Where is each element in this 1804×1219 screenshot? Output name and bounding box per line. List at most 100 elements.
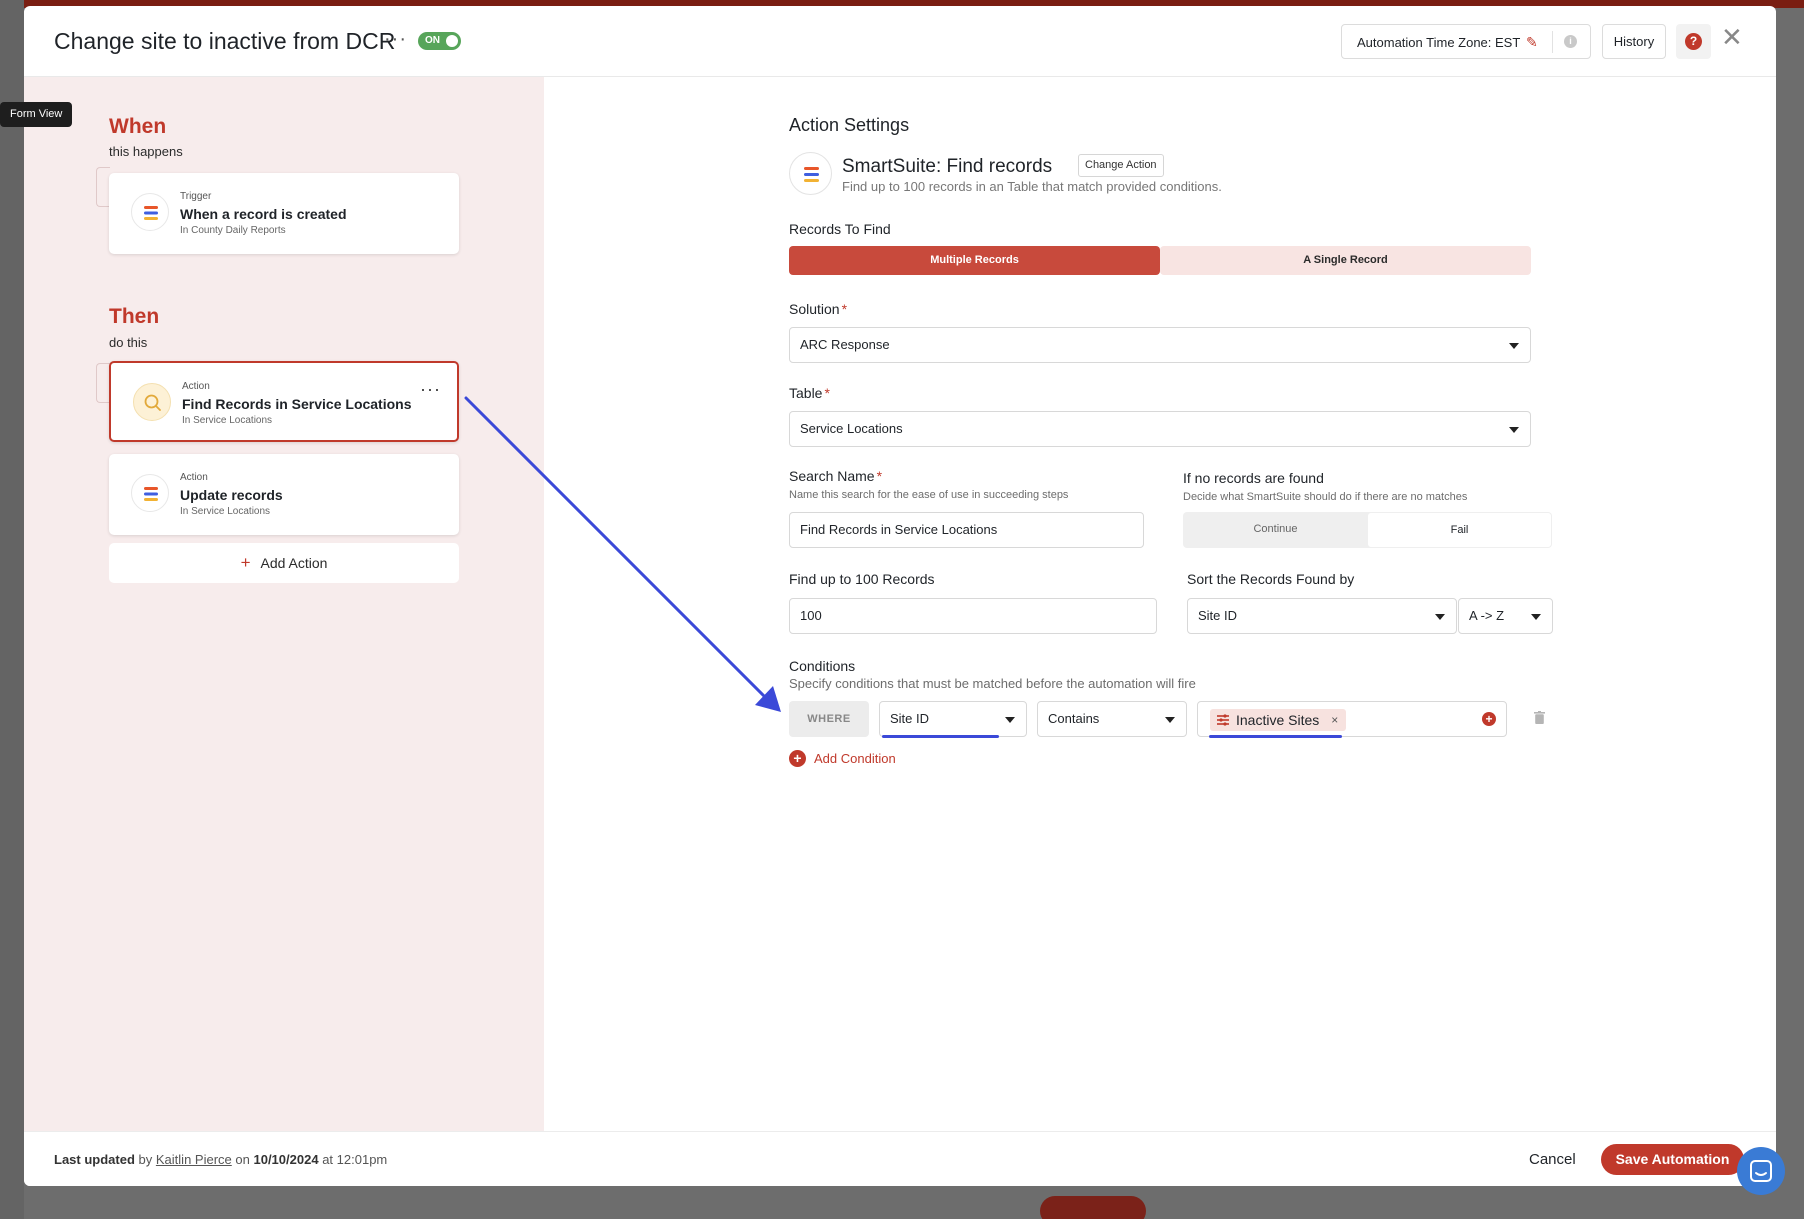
add-value-icon[interactable]: +	[1482, 712, 1496, 726]
condition-field-select[interactable]: Site ID	[879, 701, 1027, 737]
add-circle-icon: +	[789, 750, 806, 767]
cancel-button[interactable]: Cancel	[1519, 1144, 1586, 1175]
action-name: Update records	[180, 487, 283, 503]
chat-support-button[interactable]	[1737, 1147, 1785, 1195]
mode-single-record[interactable]: A Single Record	[1160, 246, 1531, 275]
action-location: In Service Locations	[180, 506, 271, 517]
action-description: Find up to 100 records in an Table that …	[842, 179, 1222, 194]
info-icon[interactable]: i	[1564, 35, 1577, 48]
timezone-label: Automation Time Zone: EST	[1357, 35, 1521, 50]
chevron-down-icon	[1509, 343, 1519, 349]
when-subheading: this happens	[109, 144, 183, 159]
then-subheading: do this	[109, 335, 148, 350]
no-records-segmented: Continue Fail	[1183, 512, 1552, 548]
action-settings-pane: Action Settings SmartSuite: Find records…	[544, 77, 1776, 1131]
action-kind: Action	[180, 472, 208, 483]
action-more-icon[interactable]: ···	[420, 379, 441, 400]
limit-label: Find up to 100 Records	[789, 571, 935, 587]
add-condition-button[interactable]: + Add Condition	[789, 750, 896, 767]
conditions-hint: Specify conditions that must be matched …	[789, 676, 1196, 691]
when-heading: When	[109, 115, 167, 138]
background-left-rail	[0, 0, 24, 1219]
chevron-down-icon	[1435, 614, 1445, 620]
no-records-hint: Decide what SmartSuite should do if ther…	[1183, 491, 1468, 503]
automation-modal: Change site to inactive from DCR ··· ON …	[24, 6, 1776, 1186]
by-word: by	[138, 1152, 153, 1167]
smartsuite-logo-icon	[131, 193, 169, 231]
action-name: Find Records in Service Locations	[182, 396, 412, 412]
search-icon	[133, 383, 171, 421]
add-condition-label: Add Condition	[814, 751, 896, 766]
sort-label: Sort the Records Found by	[1187, 571, 1355, 587]
updated-date: 10/10/2024	[253, 1152, 319, 1167]
solution-value: ARC Response	[800, 337, 890, 352]
value-chip: Inactive Sites ×	[1210, 709, 1347, 731]
close-icon[interactable]: ✕	[1721, 22, 1743, 52]
sort-order-value: A -> Z	[1469, 608, 1505, 623]
smartsuite-logo-icon	[131, 474, 169, 512]
solution-select[interactable]: ARC Response	[789, 327, 1531, 363]
action-kind: Action	[182, 381, 210, 392]
condition-operator-select[interactable]: Contains	[1037, 701, 1187, 737]
no-records-continue[interactable]: Continue	[1183, 512, 1368, 547]
records-to-find-label: Records To Find	[789, 221, 891, 237]
chat-icon	[1750, 1160, 1772, 1182]
chevron-down-icon	[1509, 427, 1519, 433]
sort-order-select[interactable]: A -> Z	[1458, 598, 1553, 634]
condition-field-value: Site ID	[890, 711, 930, 726]
save-automation-button[interactable]: Save Automation	[1601, 1144, 1744, 1175]
where-label: WHERE	[789, 701, 869, 737]
form-view-tooltip: Form View	[0, 102, 73, 127]
chevron-down-icon	[1005, 717, 1015, 723]
smartsuite-logo-icon	[789, 152, 832, 195]
toggle-knob	[446, 35, 458, 47]
condition-value-field[interactable]: Inactive Sites × +	[1197, 701, 1507, 737]
chevron-down-icon	[1165, 717, 1175, 723]
search-name-input[interactable]: Find Records in Service Locations	[789, 512, 1144, 548]
history-button[interactable]: History	[1602, 24, 1666, 59]
table-select[interactable]: Service Locations	[789, 411, 1531, 447]
background-submit-button	[1040, 1196, 1146, 1219]
help-icon: ?	[1685, 33, 1702, 50]
filter-list-icon	[1217, 714, 1229, 726]
modal-footer: Last updated by Kaitlin Pierce on 10/10/…	[24, 1131, 1776, 1186]
search-name-label: Search Name *	[789, 468, 882, 484]
timezone-divider	[1552, 31, 1553, 53]
then-heading: Then	[109, 305, 160, 328]
table-label-text: Table	[789, 385, 823, 401]
chip-remove-icon[interactable]: ×	[1331, 709, 1338, 731]
updated-time: 12:01pm	[336, 1152, 388, 1167]
automation-toggle[interactable]: ON	[418, 32, 461, 50]
table-label: Table *	[789, 385, 830, 401]
trash-icon[interactable]	[1534, 711, 1545, 724]
search-name-label-text: Search Name	[789, 468, 875, 484]
solution-label: Solution *	[789, 301, 847, 317]
trigger-location: In County Daily Reports	[180, 225, 286, 236]
action-card-find-records[interactable]: Action Find Records in Service Locations…	[109, 361, 459, 442]
action-card-update-records[interactable]: Action Update records In Service Locatio…	[109, 454, 459, 535]
automation-title[interactable]: Change site to inactive from DCR	[54, 28, 395, 55]
author-link[interactable]: Kaitlin Pierce	[156, 1152, 232, 1167]
conditions-label: Conditions	[789, 658, 856, 674]
help-button[interactable]: ?	[1676, 24, 1711, 59]
trigger-card[interactable]: Trigger When a record is created In Coun…	[109, 173, 459, 254]
title-more-icon[interactable]: ···	[384, 28, 407, 51]
action-app-name: SmartSuite: Find records	[842, 156, 1053, 177]
edit-pencil-icon[interactable]: ✎	[1526, 34, 1538, 51]
plus-icon: +	[240, 553, 251, 572]
required-marker: *	[824, 385, 830, 401]
add-action-label: Add Action	[260, 555, 328, 571]
change-action-button[interactable]: Change Action	[1078, 154, 1164, 177]
on-word: on	[235, 1152, 250, 1167]
trigger-connector	[96, 167, 110, 207]
trigger-name: When a record is created	[180, 206, 347, 222]
add-action-button[interactable]: + Add Action	[109, 543, 459, 583]
limit-input[interactable]: 100	[789, 598, 1157, 634]
no-records-fail[interactable]: Fail	[1368, 513, 1551, 547]
mode-multiple-records[interactable]: Multiple Records	[789, 246, 1160, 275]
trigger-kind: Trigger	[180, 191, 212, 202]
value-chip-label: Inactive Sites	[1236, 712, 1320, 728]
sort-field-select[interactable]: Site ID	[1187, 598, 1457, 634]
sort-field-value: Site ID	[1198, 608, 1238, 623]
action-connector	[96, 363, 110, 403]
